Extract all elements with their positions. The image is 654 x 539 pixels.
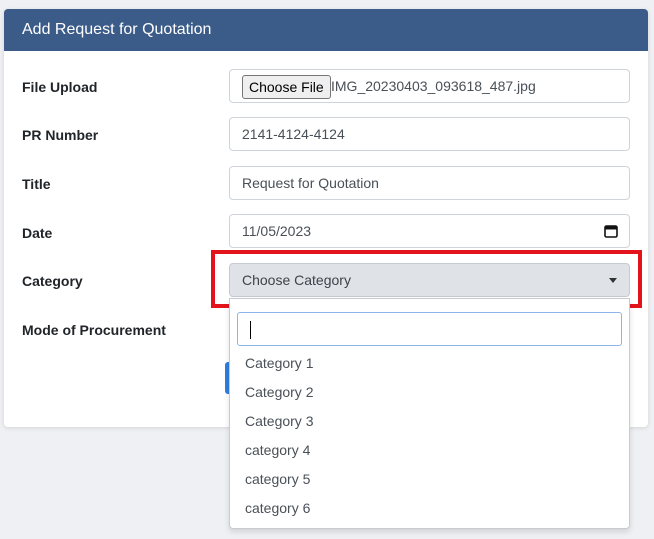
title-input[interactable]: Request for Quotation (229, 166, 630, 200)
mode-of-procurement-label: Mode of Procurement (22, 322, 166, 338)
category-dropdown: Category 1 Category 2 Category 3 categor… (229, 298, 630, 529)
category-search-input[interactable] (237, 312, 622, 346)
text-cursor (250, 321, 251, 339)
category-option-4[interactable]: category 4 (230, 436, 629, 465)
category-option-1[interactable]: Category 1 (230, 349, 629, 378)
pr-number-input[interactable]: 2141-4124-4124 (229, 117, 630, 151)
category-option-5[interactable]: category 5 (230, 465, 629, 494)
date-value: 11/05/2023 (242, 223, 312, 239)
choose-file-button[interactable]: Choose File (242, 75, 331, 99)
calendar-icon[interactable] (604, 224, 618, 238)
file-upload-label: File Upload (22, 79, 98, 95)
pr-number-label: PR Number (22, 127, 99, 143)
title-label: Title (22, 176, 51, 192)
file-upload-field[interactable]: Choose File IMG_20230403_093618_487.jpg (229, 69, 630, 103)
category-option-2[interactable]: Category 2 (230, 378, 629, 407)
file-name: IMG_20230403_093618_487.jpg (331, 78, 536, 94)
category-option-6[interactable]: category 6 (230, 494, 629, 523)
category-label: Category (22, 273, 83, 289)
category-option-3[interactable]: Category 3 (230, 407, 629, 436)
date-label: Date (22, 225, 53, 241)
date-input[interactable]: 11/05/2023 (229, 214, 630, 248)
category-options: Category 1 Category 2 Category 3 categor… (230, 349, 629, 523)
card-title: Add Request for Quotation (4, 9, 648, 51)
